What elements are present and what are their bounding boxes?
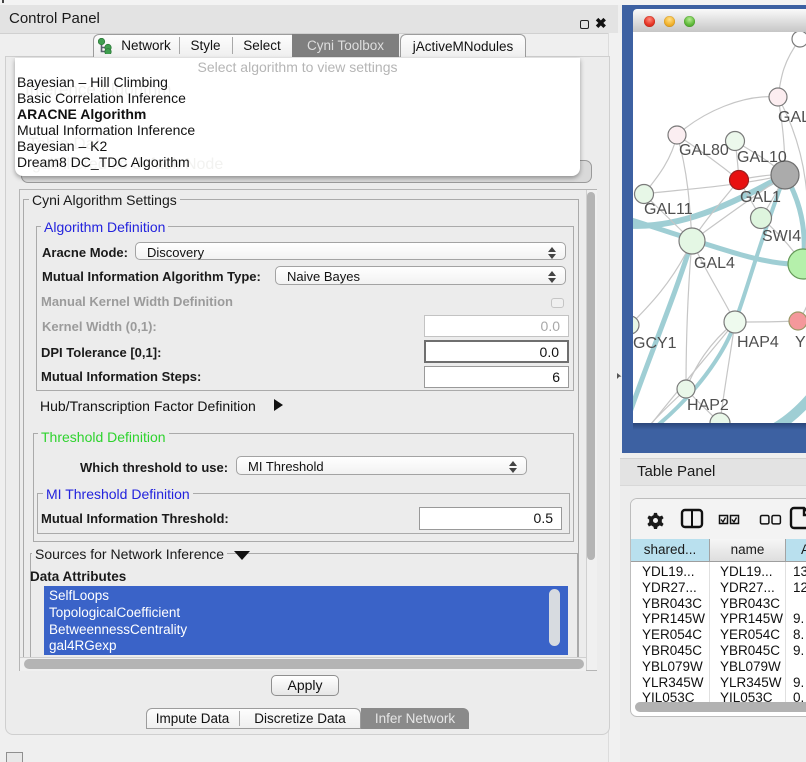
svg-text:SWI4: SWI4 [762,228,801,245]
svg-text:GAL4: GAL4 [694,255,735,272]
svg-text:GAL10: GAL10 [737,149,787,166]
svg-text:Y: Y [795,334,806,351]
svg-text:GAL80: GAL80 [679,142,729,159]
svg-text:GCY1: GCY1 [633,335,677,352]
svg-text:HAP4: HAP4 [737,334,779,351]
svg-text:GAL7: GAL7 [778,109,806,126]
svg-text:HAP2: HAP2 [687,397,729,414]
svg-text:GAL1: GAL1 [740,189,781,206]
svg-text:GAL11: GAL11 [644,201,693,218]
